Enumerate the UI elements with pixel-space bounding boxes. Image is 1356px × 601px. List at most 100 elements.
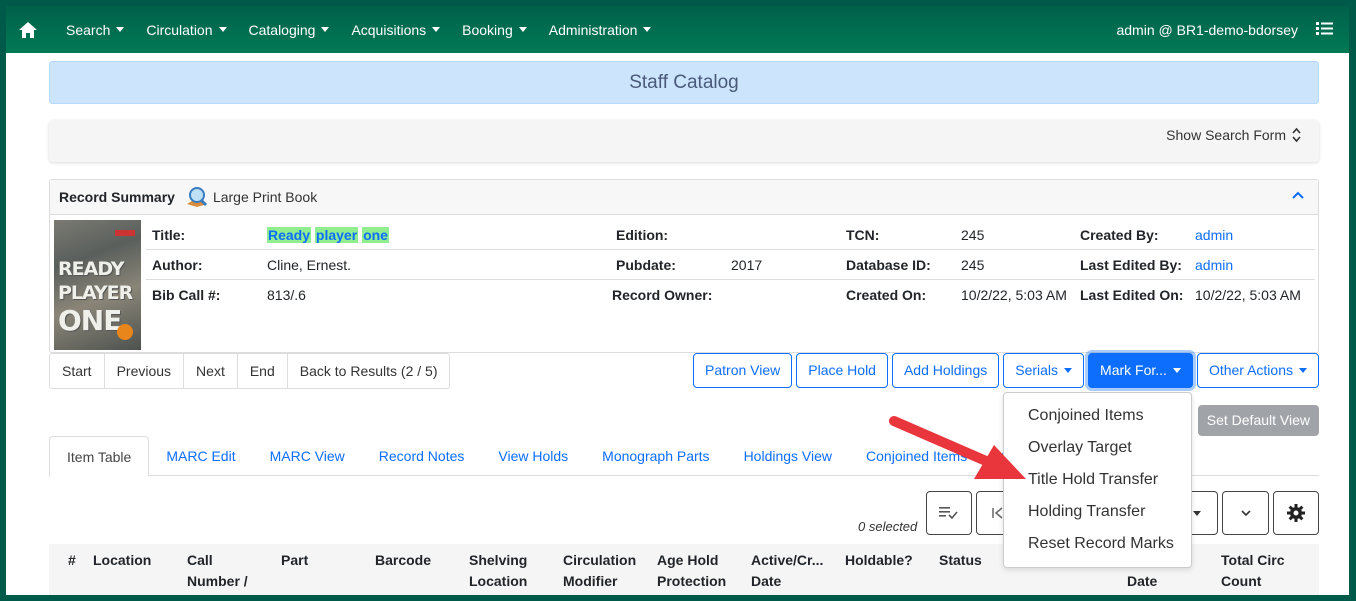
chevron-updown-icon bbox=[1292, 127, 1301, 143]
previous-button[interactable]: Previous bbox=[105, 354, 185, 388]
caret-down-icon bbox=[321, 27, 330, 32]
expand-rows-button[interactable] bbox=[1222, 491, 1269, 535]
caret-down-icon bbox=[218, 27, 227, 32]
place-hold-button[interactable]: Place Hold bbox=[796, 353, 888, 388]
tab-record-notes[interactable]: Record Notes bbox=[362, 436, 482, 475]
start-button[interactable]: Start bbox=[50, 354, 105, 388]
title-word: one bbox=[362, 227, 389, 243]
column-header[interactable]: Age Hold Protection bbox=[657, 550, 737, 592]
patron-view-button[interactable]: Patron View bbox=[693, 353, 793, 388]
caret-down-icon bbox=[432, 27, 441, 32]
gear-icon bbox=[1287, 504, 1305, 522]
chevron-down-icon bbox=[1240, 510, 1251, 517]
nav-booking-label: Booking bbox=[462, 21, 513, 38]
column-header[interactable]: Status bbox=[939, 550, 982, 571]
pubdate-value: 2017 bbox=[731, 257, 763, 273]
back-to-results-button[interactable]: Back to Results (2 / 5) bbox=[288, 354, 450, 388]
database-id-value: 245 bbox=[961, 257, 985, 273]
tab-view-holds[interactable]: View Holds bbox=[481, 436, 585, 475]
column-header[interactable]: Part bbox=[281, 550, 308, 571]
home-icon bbox=[19, 21, 37, 38]
nav-circulation[interactable]: Circulation bbox=[146, 21, 227, 38]
cover-text-3: ONE bbox=[58, 304, 122, 337]
caret-down-icon bbox=[1064, 368, 1073, 373]
nav-cataloging[interactable]: Cataloging bbox=[249, 22, 330, 38]
column-header[interactable]: Call Number / bbox=[187, 550, 257, 592]
nav-circulation-label: Circulation bbox=[146, 21, 213, 38]
mark-for-dropdown[interactable]: Mark For... bbox=[1088, 353, 1193, 388]
record-summary-card: Record Summary Large Print Book READY PL… bbox=[49, 179, 1319, 353]
search-form-panel: Show Search Form bbox=[49, 120, 1319, 162]
mark-for-menu: Conjoined Items Overlay Target Title Hol… bbox=[1003, 392, 1192, 568]
menu-item-holding-transfer[interactable]: Holding Transfer bbox=[1004, 496, 1191, 528]
next-button[interactable]: Next bbox=[184, 354, 238, 388]
last-edited-by-label: Last Edited By: bbox=[1080, 257, 1182, 273]
other-actions-dropdown[interactable]: Other Actions bbox=[1196, 353, 1319, 388]
nav-acquisitions[interactable]: Acquisitions bbox=[351, 22, 441, 38]
page-title: Staff Catalog bbox=[629, 71, 739, 93]
nav-search[interactable]: Search bbox=[66, 21, 125, 38]
bib-call-value: 813/.6 bbox=[267, 287, 306, 303]
column-header[interactable]: Date bbox=[1127, 571, 1157, 592]
title-value[interactable]: Ready player one bbox=[267, 227, 389, 243]
title-word: player bbox=[314, 227, 359, 243]
menu-item-title-hold-transfer[interactable]: Title Hold Transfer bbox=[1004, 464, 1191, 496]
tab-marc-view[interactable]: MARC View bbox=[253, 436, 362, 475]
created-on-label: Created On: bbox=[846, 287, 927, 303]
title-word: Ready bbox=[267, 227, 312, 243]
last-edited-by-link[interactable]: admin bbox=[1195, 257, 1233, 273]
record-summary-title: Record Summary bbox=[59, 189, 175, 205]
large-print-icon bbox=[186, 187, 207, 207]
created-by-link[interactable]: admin bbox=[1195, 227, 1233, 243]
column-header[interactable]: # bbox=[68, 550, 76, 571]
nav-booking[interactable]: Booking bbox=[462, 22, 527, 38]
tab-item-table[interactable]: Item Table bbox=[49, 436, 150, 477]
record-owner-label: Record Owner: bbox=[612, 287, 713, 303]
tab-holdings-view[interactable]: Holdings View bbox=[727, 436, 849, 475]
other-actions-label: Other Actions bbox=[1208, 362, 1293, 378]
caret-down-icon bbox=[1193, 510, 1201, 516]
column-header[interactable]: Active/Cr... Date bbox=[751, 550, 831, 592]
menu-item-reset-record-marks[interactable]: Reset Record Marks bbox=[1004, 528, 1191, 560]
grid-settings-button[interactable] bbox=[1273, 491, 1319, 535]
select-all-button[interactable] bbox=[926, 491, 972, 535]
chevron-up-icon[interactable] bbox=[1292, 190, 1304, 200]
last-edited-on-value: 10/2/22, 5:03 AM bbox=[1195, 287, 1301, 303]
add-holdings-button[interactable]: Add Holdings bbox=[891, 353, 1000, 388]
tab-conjoined-items[interactable]: Conjoined Items bbox=[849, 436, 984, 475]
tcn-value: 245 bbox=[961, 227, 985, 243]
nav-right: admin @ BR1-demo-bdorsey bbox=[1116, 6, 1333, 53]
column-header[interactable]: Shelving Location bbox=[469, 550, 539, 592]
column-header[interactable]: Barcode bbox=[375, 550, 431, 571]
database-id-label: Database ID: bbox=[846, 257, 931, 273]
nav-search-label: Search bbox=[66, 21, 111, 38]
set-default-view-button[interactable]: Set Default View bbox=[1197, 405, 1319, 436]
nav-administration[interactable]: Administration bbox=[549, 22, 652, 38]
end-button[interactable]: End bbox=[238, 354, 288, 388]
record-row-2: Author: Cline, Ernest. Pubdate: 2017 Dat… bbox=[146, 250, 1315, 280]
column-header[interactable]: Location bbox=[93, 550, 151, 571]
record-row-1: Title: Ready player one Edition: TCN: 24… bbox=[146, 220, 1315, 250]
cover-text-1: READY bbox=[58, 258, 124, 280]
app-frame: Search Circulation Cataloging Acquisitio… bbox=[6, 6, 1349, 595]
tab-monograph-parts[interactable]: Monograph Parts bbox=[585, 436, 726, 475]
author-label: Author: bbox=[152, 257, 203, 273]
mark-for-label: Mark For... bbox=[1100, 362, 1167, 378]
column-header[interactable]: Total Circ Count bbox=[1221, 550, 1291, 592]
selected-count: 0 selected bbox=[858, 519, 918, 534]
record-summary-header: Record Summary Large Print Book bbox=[50, 180, 1318, 215]
serials-dropdown[interactable]: Serials bbox=[1003, 353, 1085, 388]
user-workstation[interactable]: admin @ BR1-demo-bdorsey bbox=[1116, 22, 1298, 38]
home-button[interactable] bbox=[6, 21, 50, 38]
created-by-label: Created By: bbox=[1080, 227, 1159, 243]
nav-administration-label: Administration bbox=[548, 21, 638, 38]
column-header[interactable]: Circulation Modifier bbox=[563, 550, 643, 592]
column-header[interactable]: Holdable? bbox=[845, 550, 913, 571]
menu-item-conjoined-items[interactable]: Conjoined Items bbox=[1004, 400, 1191, 432]
list-icon[interactable] bbox=[1316, 21, 1333, 38]
record-format: Large Print Book bbox=[212, 189, 318, 205]
tab-marc-edit[interactable]: MARC Edit bbox=[149, 436, 252, 475]
menu-item-overlay-target[interactable]: Overlay Target bbox=[1004, 432, 1191, 464]
cover-text-2: PLAYER bbox=[58, 282, 133, 304]
show-search-form-toggle[interactable]: Show Search Form bbox=[1166, 127, 1301, 143]
